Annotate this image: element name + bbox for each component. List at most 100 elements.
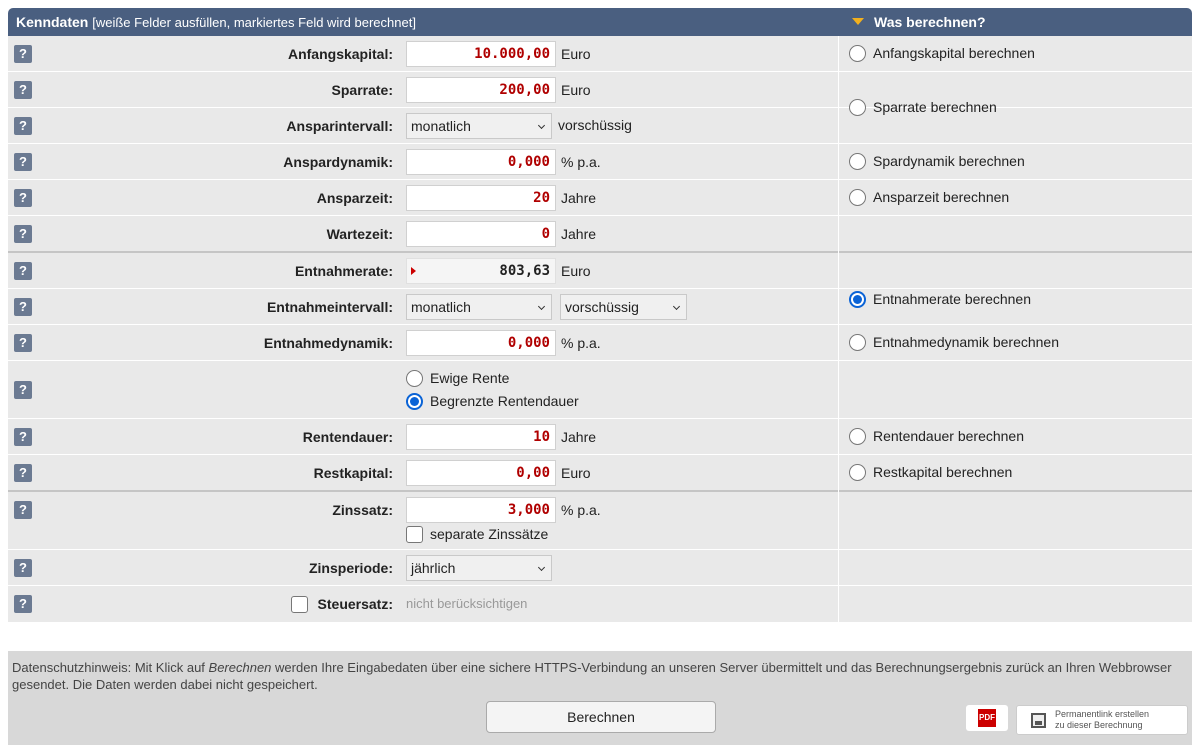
permalink-button[interactable]: Permanentlink erstellen zu dieser Berech… xyxy=(1016,705,1188,735)
anfangskapital-input[interactable]: 10.000,00 xyxy=(406,41,556,67)
label-anfangskapital: Anfangskapital: xyxy=(287,46,393,62)
restkapital-input[interactable]: 0,00 xyxy=(406,460,556,486)
help-icon[interactable]: ? xyxy=(14,559,32,577)
help-icon[interactable]: ? xyxy=(14,225,32,243)
label-entnahmedynamik: Entnahmedynamik: xyxy=(263,335,393,351)
calc-entnahmedynamik[interactable]: Entnahmedynamik berechnen xyxy=(849,334,1059,351)
zinsperiode-select[interactable]: jährlich xyxy=(406,555,552,581)
label-rentendauer: Rentendauer: xyxy=(302,429,393,445)
calc-entnahmerate[interactable]: Entnahmerate berechnen xyxy=(849,291,1031,308)
berechnen-button[interactable]: Berechnen xyxy=(486,701,716,733)
label-ansparintervall: Ansparintervall: xyxy=(286,118,393,134)
radio-button-icon[interactable] xyxy=(406,370,423,387)
entnahme-timing-select[interactable]: vorschüssig xyxy=(560,294,687,320)
wartezeit-input[interactable]: 0 xyxy=(406,221,556,247)
radio-button-icon[interactable] xyxy=(849,334,866,351)
steuersatz-checkbox[interactable] xyxy=(290,596,308,613)
radio-button-icon[interactable] xyxy=(849,99,866,116)
help-icon[interactable]: ? xyxy=(14,334,32,352)
unit-zinssatz: % p.a. xyxy=(561,502,601,518)
header-title-text: Kenndaten xyxy=(16,14,89,30)
help-icon[interactable]: ? xyxy=(14,428,32,446)
help-icon[interactable]: ? xyxy=(14,262,32,280)
save-icon xyxy=(1031,713,1046,728)
radio-begrenzte-rentendauer[interactable]: Begrenzte Rentendauer xyxy=(406,393,579,410)
radio-button-icon[interactable] xyxy=(849,464,866,481)
chevron-down-icon xyxy=(537,121,546,130)
privacy-note-em: Berechnen xyxy=(208,660,272,675)
zinsperiode-selected: jährlich xyxy=(411,560,456,576)
ansparzeit-input[interactable]: 20 xyxy=(406,185,556,211)
ansparintervall-suffix: vorschüssig xyxy=(558,117,632,133)
triangle-down-icon xyxy=(852,18,864,25)
label-steuersatz: Steuersatz: xyxy=(317,596,393,612)
radio-button-selected-icon[interactable] xyxy=(849,291,866,308)
calc-ansparzeit-label: Ansparzeit berechnen xyxy=(873,189,1010,205)
separate-zinssaetze-checkbox[interactable]: separate Zinssätze xyxy=(406,526,548,543)
radio-button-icon[interactable] xyxy=(849,189,866,206)
entnahme-timing-selected: vorschüssig xyxy=(565,299,639,315)
separate-zinssaetze-label: separate Zinssätze xyxy=(430,526,549,542)
unit-entnahmedynamik: % p.a. xyxy=(561,335,601,351)
header-subtitle: [weiße Felder ausfüllen, markiertes Feld… xyxy=(92,15,416,30)
help-icon[interactable]: ? xyxy=(14,153,32,171)
checkbox-icon[interactable] xyxy=(406,526,423,543)
unit-entnahmerate: Euro xyxy=(561,263,591,279)
help-icon[interactable]: ? xyxy=(14,45,32,63)
help-icon[interactable]: ? xyxy=(14,81,32,99)
rentendauer-input[interactable]: 10 xyxy=(406,424,556,450)
help-icon[interactable]: ? xyxy=(14,381,32,399)
radio-button-selected-icon[interactable] xyxy=(406,393,423,410)
label-zinsperiode: Zinsperiode: xyxy=(308,560,393,576)
entnahmeintervall-select[interactable]: monatlich xyxy=(406,294,552,320)
calc-sparrate-label: Sparrate berechnen xyxy=(873,99,997,115)
unit-restkapital: Euro xyxy=(561,465,591,481)
calc-spardynamik[interactable]: Spardynamik berechnen xyxy=(849,153,1025,170)
form-footer: Datenschutzhinweis: Mit Klick auf Berech… xyxy=(8,651,1192,745)
radio-button-icon[interactable] xyxy=(849,428,866,445)
help-icon[interactable]: ? xyxy=(14,501,32,519)
calc-rentendauer[interactable]: Rentendauer berechnen xyxy=(849,428,1024,445)
radio-button-icon[interactable] xyxy=(849,45,866,62)
calc-entnahmedynamik-label: Entnahmedynamik berechnen xyxy=(873,334,1060,350)
label-steuersatz-wrap: Steuersatz: xyxy=(290,596,393,613)
zinssatz-input[interactable]: 3,000 xyxy=(406,497,556,523)
help-icon[interactable]: ? xyxy=(14,464,32,482)
anspardynamik-input[interactable]: 0,000 xyxy=(406,149,556,175)
calc-entnahmerate-label: Entnahmerate berechnen xyxy=(873,291,1031,307)
calc-ansparzeit[interactable]: Ansparzeit berechnen xyxy=(849,189,1009,206)
form-header: Kenndaten [weiße Felder ausfüllen, marki… xyxy=(8,8,1192,36)
unit-wartezeit: Jahre xyxy=(561,226,597,242)
entnahmedynamik-input[interactable]: 0,000 xyxy=(406,330,556,356)
pdf-icon: PDF xyxy=(978,709,996,727)
calc-anfangskapital-label: Anfangskapital berechnen xyxy=(873,45,1035,61)
unit-rentendauer: Jahre xyxy=(561,429,597,445)
calc-rentendauer-label: Rentendauer berechnen xyxy=(873,428,1025,444)
steuersatz-value: nicht berücksichtigen xyxy=(406,596,528,611)
calc-header: Was berechnen? xyxy=(852,14,986,30)
radio-button-icon[interactable] xyxy=(849,153,866,170)
label-sparrate: Sparrate: xyxy=(331,82,393,98)
permalink-line1: Permanentlink erstellen xyxy=(1055,709,1150,719)
permalink-line2: zu dieser Berechnung xyxy=(1055,720,1143,730)
calc-sparrate[interactable]: Sparrate berechnen xyxy=(849,99,997,116)
calc-anfangskapital[interactable]: Anfangskapital berechnen xyxy=(849,45,1035,62)
calc-spardynamik-label: Spardynamik berechnen xyxy=(873,153,1025,169)
pdf-button[interactable]: PDF xyxy=(966,705,1008,731)
ansparintervall-select[interactable]: monatlich xyxy=(406,113,552,139)
sparrate-input[interactable]: 200,00 xyxy=(406,77,556,103)
help-icon[interactable]: ? xyxy=(14,298,32,316)
radio-ewige-rente[interactable]: Ewige Rente xyxy=(406,370,509,387)
privacy-note-pre: Datenschutzhinweis: Mit Klick auf xyxy=(12,660,209,675)
chevron-down-icon xyxy=(537,563,546,572)
chevron-down-icon xyxy=(672,302,681,311)
help-icon[interactable]: ? xyxy=(14,595,32,613)
help-icon[interactable]: ? xyxy=(14,189,32,207)
calc-header-text: Was berechnen? xyxy=(874,14,986,30)
chevron-down-icon xyxy=(537,302,546,311)
calc-restkapital[interactable]: Restkapital berechnen xyxy=(849,464,1012,481)
help-icon[interactable]: ? xyxy=(14,117,32,135)
label-ansparzeit: Ansparzeit: xyxy=(316,190,393,206)
begrenzte-rentendauer-label: Begrenzte Rentendauer xyxy=(430,393,579,409)
entnahmerate-result: 803,63 xyxy=(406,258,556,284)
